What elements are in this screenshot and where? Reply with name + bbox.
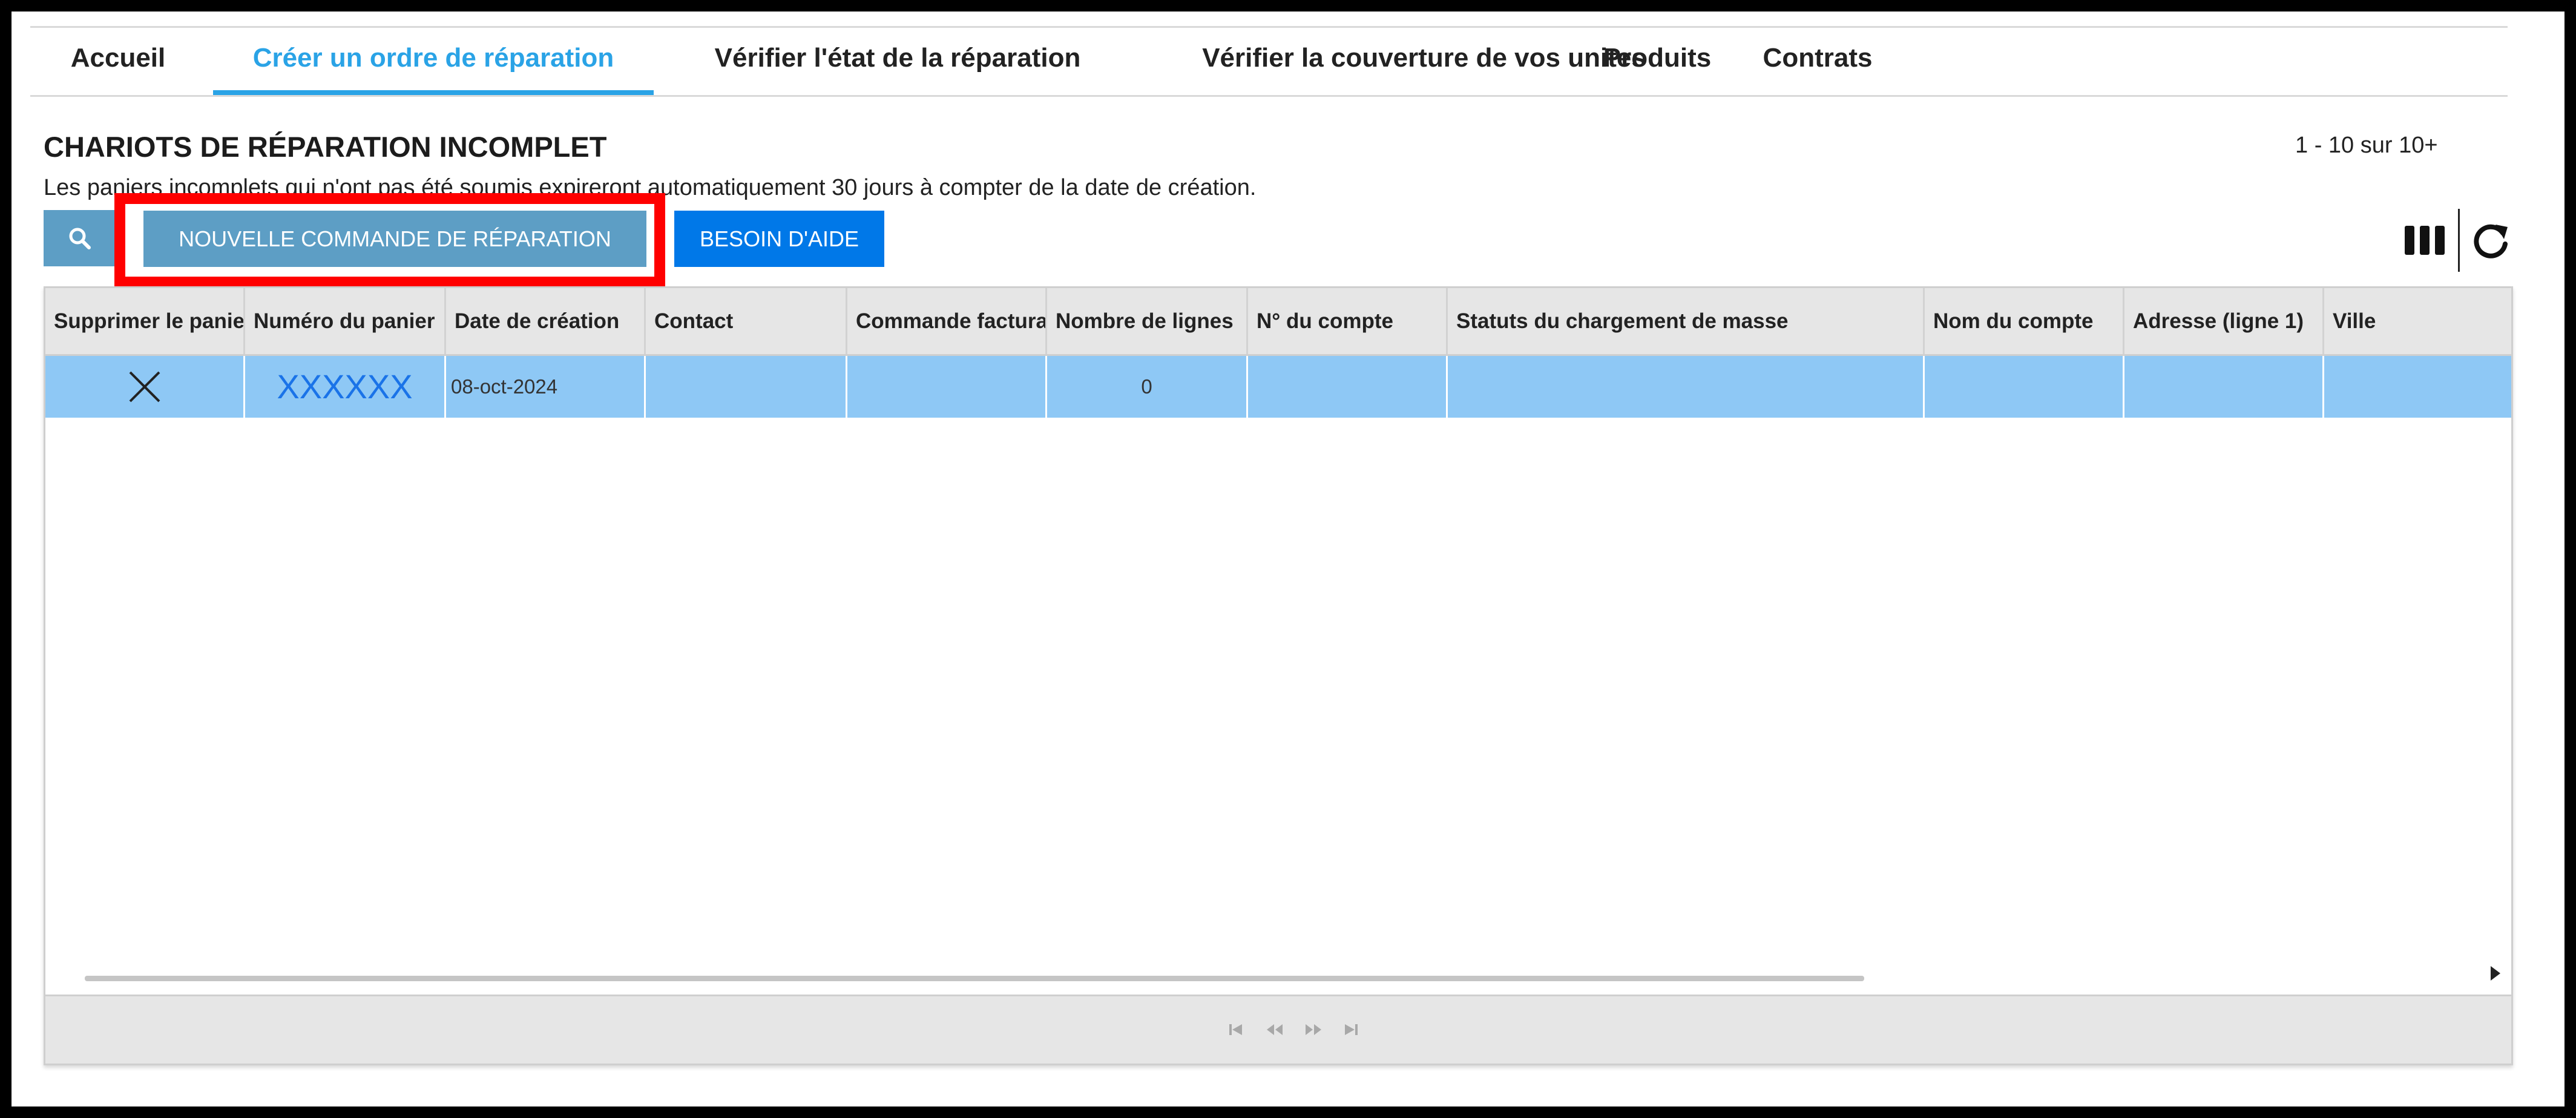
next-page-icon xyxy=(1306,1024,1321,1035)
app-window: Accueil Créer un ordre de réparation Vér… xyxy=(12,12,2564,1106)
next-page-button[interactable] xyxy=(1301,1019,1326,1040)
column-header-bulk-status[interactable]: Statuts du chargement de masse xyxy=(1448,288,1925,354)
toolbar-divider xyxy=(2458,209,2460,272)
column-header-delete[interactable]: Supprimer le panier xyxy=(45,288,245,354)
tab-produits[interactable]: Produits xyxy=(1579,28,1736,95)
refresh-icon xyxy=(2474,224,2508,258)
triangle-right-icon xyxy=(2491,966,2500,981)
columns-button[interactable] xyxy=(2404,225,2446,256)
cell-cart-number-link[interactable]: XXXXXX xyxy=(245,356,446,418)
cell-delete[interactable] xyxy=(45,356,245,418)
cell-address-1 xyxy=(2124,356,2324,418)
tab-creer-ordre[interactable]: Créer un ordre de réparation xyxy=(213,28,654,95)
column-header-contact[interactable]: Contact xyxy=(646,288,847,354)
cell-bulk-status xyxy=(1448,356,1925,418)
column-header-account-number[interactable]: N° du compte xyxy=(1248,288,1448,354)
page-title: CHARIOTS DE RÉPARATION INCOMPLET xyxy=(44,131,607,163)
column-header-created[interactable]: Date de création xyxy=(446,288,646,354)
first-page-icon xyxy=(1229,1024,1242,1035)
cell-contact xyxy=(646,356,847,418)
cell-line-count: 0 xyxy=(1047,356,1248,418)
scroll-right-button[interactable] xyxy=(2483,959,2508,988)
column-header-account-name[interactable]: Nom du compte xyxy=(1925,288,2124,354)
tab-accueil[interactable]: Accueil xyxy=(62,28,174,95)
tab-contrats[interactable]: Contrats xyxy=(1742,28,1893,95)
previous-page-button[interactable] xyxy=(1262,1019,1287,1040)
record-count: 1 - 10 sur 10+ xyxy=(2295,133,2438,158)
search-icon xyxy=(69,228,91,249)
help-button[interactable]: BESOIN D'AIDE xyxy=(674,211,884,267)
table-row[interactable]: XXXXXX 08-oct-2024 0 xyxy=(45,356,2511,418)
close-icon[interactable] xyxy=(128,370,162,404)
column-header-cart-number[interactable]: Numéro du panier xyxy=(245,288,446,354)
column-header-billable[interactable]: Commande facturable xyxy=(847,288,1047,354)
grid-pager xyxy=(45,995,2511,1064)
cell-account-number xyxy=(1248,356,1448,418)
cell-billable xyxy=(847,356,1047,418)
cell-account-name xyxy=(1925,356,2124,418)
cell-created: 08-oct-2024 xyxy=(446,356,646,418)
scrollbar-thumb[interactable] xyxy=(85,976,1864,981)
tab-verifier-etat[interactable]: Vérifier l'état de la réparation xyxy=(662,28,1134,95)
main-navigation: Accueil Créer un ordre de réparation Vér… xyxy=(30,26,2508,97)
column-header-address-1[interactable]: Adresse (ligne 1) xyxy=(2124,288,2324,354)
grid-header: Supprimer le panier Numéro du panier Dat… xyxy=(45,288,2511,356)
first-page-button[interactable] xyxy=(1223,1019,1249,1040)
highlight-box xyxy=(114,193,665,288)
column-header-line-count[interactable]: Nombre de lignes xyxy=(1047,288,1248,354)
cart-grid: Supprimer le panier Numéro du panier Dat… xyxy=(44,286,2513,1065)
previous-page-icon xyxy=(1267,1024,1283,1035)
columns-icon xyxy=(2405,226,2445,255)
column-header-city[interactable]: Ville xyxy=(2324,288,2511,354)
search-button[interactable] xyxy=(44,210,116,266)
last-page-icon xyxy=(1345,1024,1358,1035)
cell-city xyxy=(2324,356,2511,418)
last-page-button[interactable] xyxy=(1338,1019,1364,1040)
refresh-button[interactable] xyxy=(2470,220,2512,262)
